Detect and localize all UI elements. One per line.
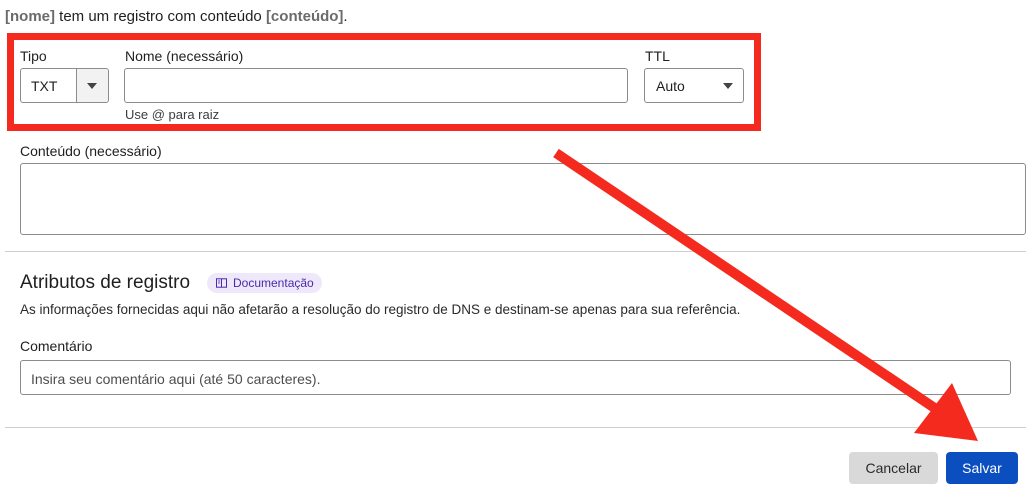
- content-token: [conteúdo]: [265, 8, 344, 25]
- documentation-link[interactable]: Documentação: [207, 273, 322, 293]
- name-token: [nome]: [5, 8, 55, 25]
- attributes-description: As informações fornecidas aqui não afeta…: [20, 302, 741, 317]
- documentation-label: Documentação: [233, 276, 314, 290]
- conteudo-textarea[interactable]: [20, 163, 1026, 235]
- conteudo-label: Conteúdo (necessário): [20, 143, 162, 159]
- comment-label: Comentário: [20, 338, 93, 354]
- save-button[interactable]: Salvar: [946, 452, 1018, 484]
- section-divider: [5, 251, 1026, 252]
- footer-divider: [5, 427, 1026, 428]
- summary-end-text: .: [343, 8, 348, 25]
- annotation-highlight-box: [7, 33, 761, 131]
- attributes-title: Atributos de registro: [20, 272, 191, 293]
- record-summary: [nome] tem um registro com conteúdo [con…: [5, 8, 348, 25]
- cancel-button[interactable]: Cancelar: [849, 452, 938, 484]
- book-icon: [216, 278, 227, 288]
- comment-placeholder: Insira seu comentário aqui (até 50 carac…: [31, 371, 321, 387]
- summary-middle-text: tem um registro com conteúdo: [55, 8, 266, 25]
- comment-input[interactable]: Insira seu comentário aqui (até 50 carac…: [20, 360, 1011, 395]
